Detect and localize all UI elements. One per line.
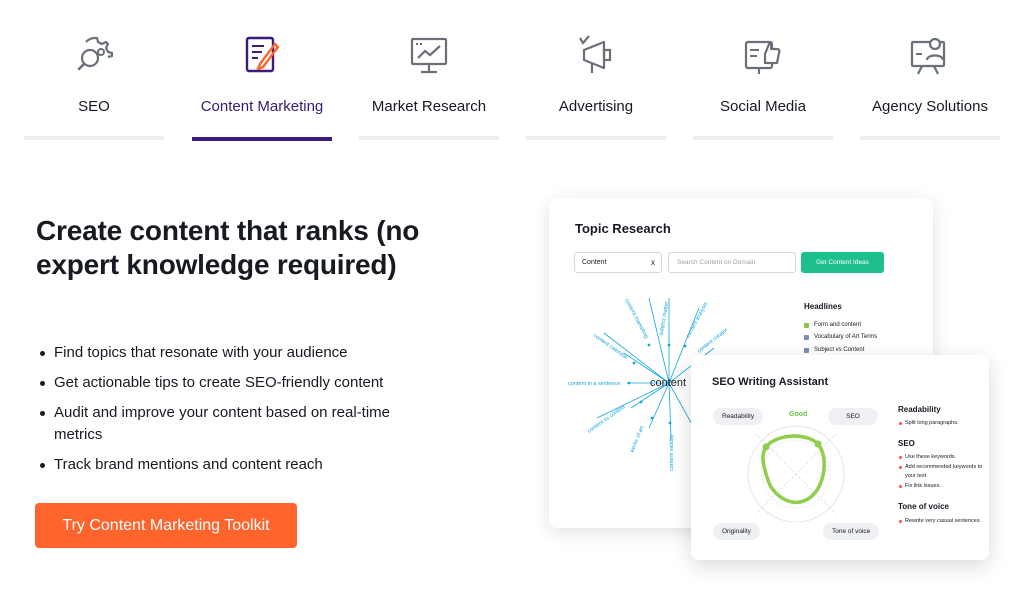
mind-map-label: subject matter <box>658 301 670 336</box>
topic-research-title: Topic Research <box>575 221 671 236</box>
tab-label: SEO <box>78 98 110 115</box>
good-score: Good <box>789 411 808 418</box>
mind-map-center: content <box>650 377 686 389</box>
seo-heading: SEO <box>898 439 915 448</box>
tab-label: Market Research <box>371 98 487 115</box>
tab-underline <box>860 136 1000 140</box>
mind-map-label: content analysis <box>685 301 709 339</box>
tip-item: Split long paragraphs. <box>898 419 983 428</box>
tab-underline <box>526 136 666 140</box>
mind-map-node <box>650 416 654 420</box>
tab-social-media[interactable]: Social Media <box>693 0 833 142</box>
content-document-pen-icon <box>245 36 280 73</box>
tone-of-voice-pill: Tone of voice <box>823 523 880 540</box>
writing-score-radar <box>747 425 845 522</box>
clear-icon[interactable]: x <box>651 253 655 272</box>
benefit-list: Find topics that resonate with your audi… <box>40 342 440 484</box>
mind-map-spoke <box>668 382 672 439</box>
mind-map-label: content validity <box>669 434 675 471</box>
swa-title: SEO Writing Assistant <box>712 376 829 388</box>
mind-map-node <box>667 343 671 347</box>
seo-gear-magnifier-icon <box>77 36 114 71</box>
headline-item: Vocabulary of Art Terms <box>804 334 877 340</box>
headline-item: Subject vs Content <box>804 347 864 353</box>
benefit-item: Track brand mentions and content reach <box>40 454 440 476</box>
tip-item: Add recommended keywords to your text <box>898 463 983 481</box>
tab-content-marketing[interactable]: Content Marketing <box>192 0 332 142</box>
mind-map-node <box>683 344 687 348</box>
mind-map-label: content vs context <box>587 404 627 435</box>
domain-search-input[interactable]: Search Content on Domain <box>668 252 796 273</box>
headline-item: Form and content <box>804 322 861 328</box>
tab-label: Advertising <box>558 98 634 115</box>
mind-map-node <box>627 381 631 385</box>
tab-seo[interactable]: SEO <box>24 0 164 142</box>
presenter-board-icon <box>910 37 946 75</box>
tab-label: Agency Solutions <box>872 98 988 115</box>
tab-advertising[interactable]: Advertising <box>526 0 666 142</box>
mind-map-label: works of art <box>629 425 646 455</box>
tab-label: Social Media <box>720 98 806 115</box>
seo-writing-assistant-card: SEO Writing Assistant Readability Good S… <box>691 355 989 560</box>
mind-map-node <box>647 343 651 347</box>
benefit-item: Get actionable tips to create SEO-friend… <box>40 372 440 394</box>
tone-of-voice-heading: Tone of voice <box>898 502 949 511</box>
topic-input-value: Content <box>582 259 607 266</box>
mind-map-node <box>632 361 636 365</box>
tab-underline <box>693 136 833 140</box>
product-tabs: SEO Content Marketing Market Research Ad… <box>24 0 1002 142</box>
mind-map-node <box>668 421 672 425</box>
tab-label: Content Marketing <box>200 98 324 115</box>
tip-item: Use these keywords. <box>898 453 983 462</box>
benefit-item: Find topics that resonate with your audi… <box>40 342 440 364</box>
get-content-ideas-button[interactable]: Get Content Ideas <box>801 252 884 273</box>
topic-input[interactable]: Content x <box>574 252 662 273</box>
megaphone-icon <box>579 35 612 73</box>
score-point <box>814 440 822 448</box>
mind-map-label: content marketing <box>623 298 649 339</box>
mind-map-label: content creator <box>697 327 730 354</box>
headlines-title: Headlines <box>804 302 842 311</box>
tip-item: Rewrite very casual sentences. <box>898 517 983 526</box>
market-chart-board-icon <box>410 37 448 74</box>
tip-item: Fix link issues. <box>898 482 983 491</box>
originality-pill: Originality <box>713 523 760 540</box>
tab-market-research[interactable]: Market Research <box>359 0 499 142</box>
hero-title: Create content that ranks (no expert kno… <box>36 215 420 280</box>
score-point <box>762 443 770 451</box>
tab-underline-active <box>192 137 332 141</box>
try-toolkit-button[interactable]: Try Content Marketing Toolkit <box>35 503 297 548</box>
mind-map-label: content calendar <box>592 333 629 361</box>
mind-map-label: content in a sentence <box>568 381 620 387</box>
readability-heading: Readability <box>898 405 941 414</box>
benefit-item: Audit and improve your content based on … <box>40 402 440 446</box>
tab-underline <box>24 136 164 140</box>
mind-map-node <box>639 400 643 404</box>
thumbs-up-icon <box>744 40 781 74</box>
tab-underline <box>359 136 499 140</box>
tab-agency-solutions[interactable]: Agency Solutions <box>860 0 1000 142</box>
